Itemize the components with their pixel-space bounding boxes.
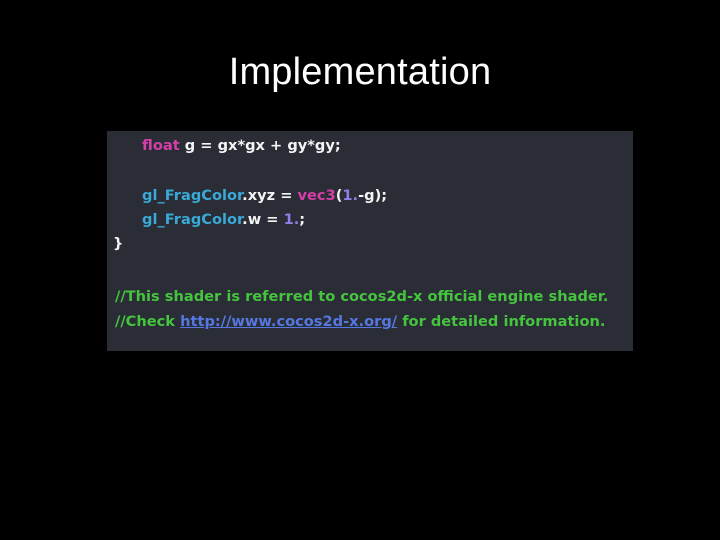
code-line-closing-brace: } [107, 235, 123, 253]
code-text: ; [299, 211, 306, 228]
keyword-vec3: vec3 [297, 187, 336, 204]
code-text: -g); [358, 187, 388, 204]
closing-brace: } [113, 235, 124, 252]
code-line-float: float g = gx*gx + gy*gy; [107, 137, 341, 155]
comment-text: //Check [115, 313, 181, 330]
keyword-float: float [142, 137, 180, 154]
identifier-gl-fragcolor: gl_FragColor [142, 211, 243, 228]
number-literal: 1. [342, 187, 359, 204]
code-line-fragcolor-w: gl_FragColor.w = 1.; [107, 211, 305, 229]
code-line-fragcolor-xyz: gl_FragColor.xyz = vec3(1.-g); [107, 187, 387, 205]
code-text: .xyz = [242, 187, 298, 204]
code-text: .w = [242, 211, 284, 228]
cocos2d-x-link[interactable]: http://www.cocos2d-x.org/ [180, 313, 397, 330]
code-comment-line-2: //Check http://www.cocos2d-x.org/ for de… [107, 313, 605, 331]
comment-text: //This shader is referred to cocos2d-x o… [115, 288, 609, 305]
slide-title: Implementation [228, 51, 492, 93]
code-block: float g = gx*gx + gy*gy; gl_FragColor.xy… [107, 131, 633, 351]
code-comment-line-1: //This shader is referred to cocos2d-x o… [107, 288, 608, 306]
number-literal: 1. [283, 211, 300, 228]
comment-text: for detailed information. [397, 313, 606, 330]
identifier-gl-fragcolor: gl_FragColor [142, 187, 243, 204]
code-text: g = gx*gx + gy*gy; [179, 137, 341, 154]
